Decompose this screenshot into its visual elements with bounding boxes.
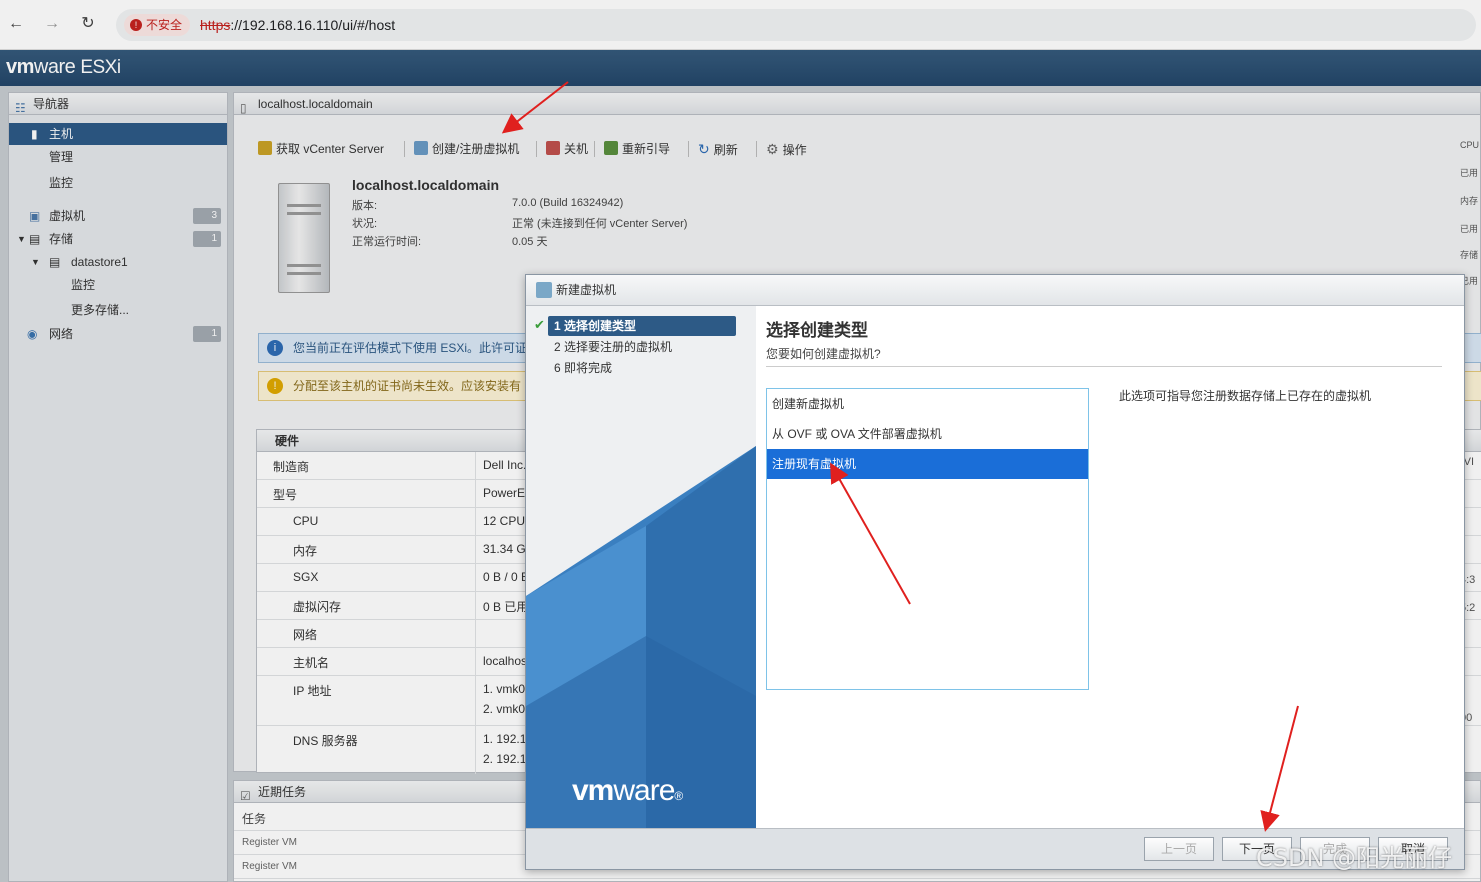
arrow-to-create-vm (501, 81, 569, 134)
arrow-to-register-option (830, 462, 911, 605)
arrow-to-next-button (1260, 705, 1299, 832)
annotation-arrows (501, 81, 1299, 832)
